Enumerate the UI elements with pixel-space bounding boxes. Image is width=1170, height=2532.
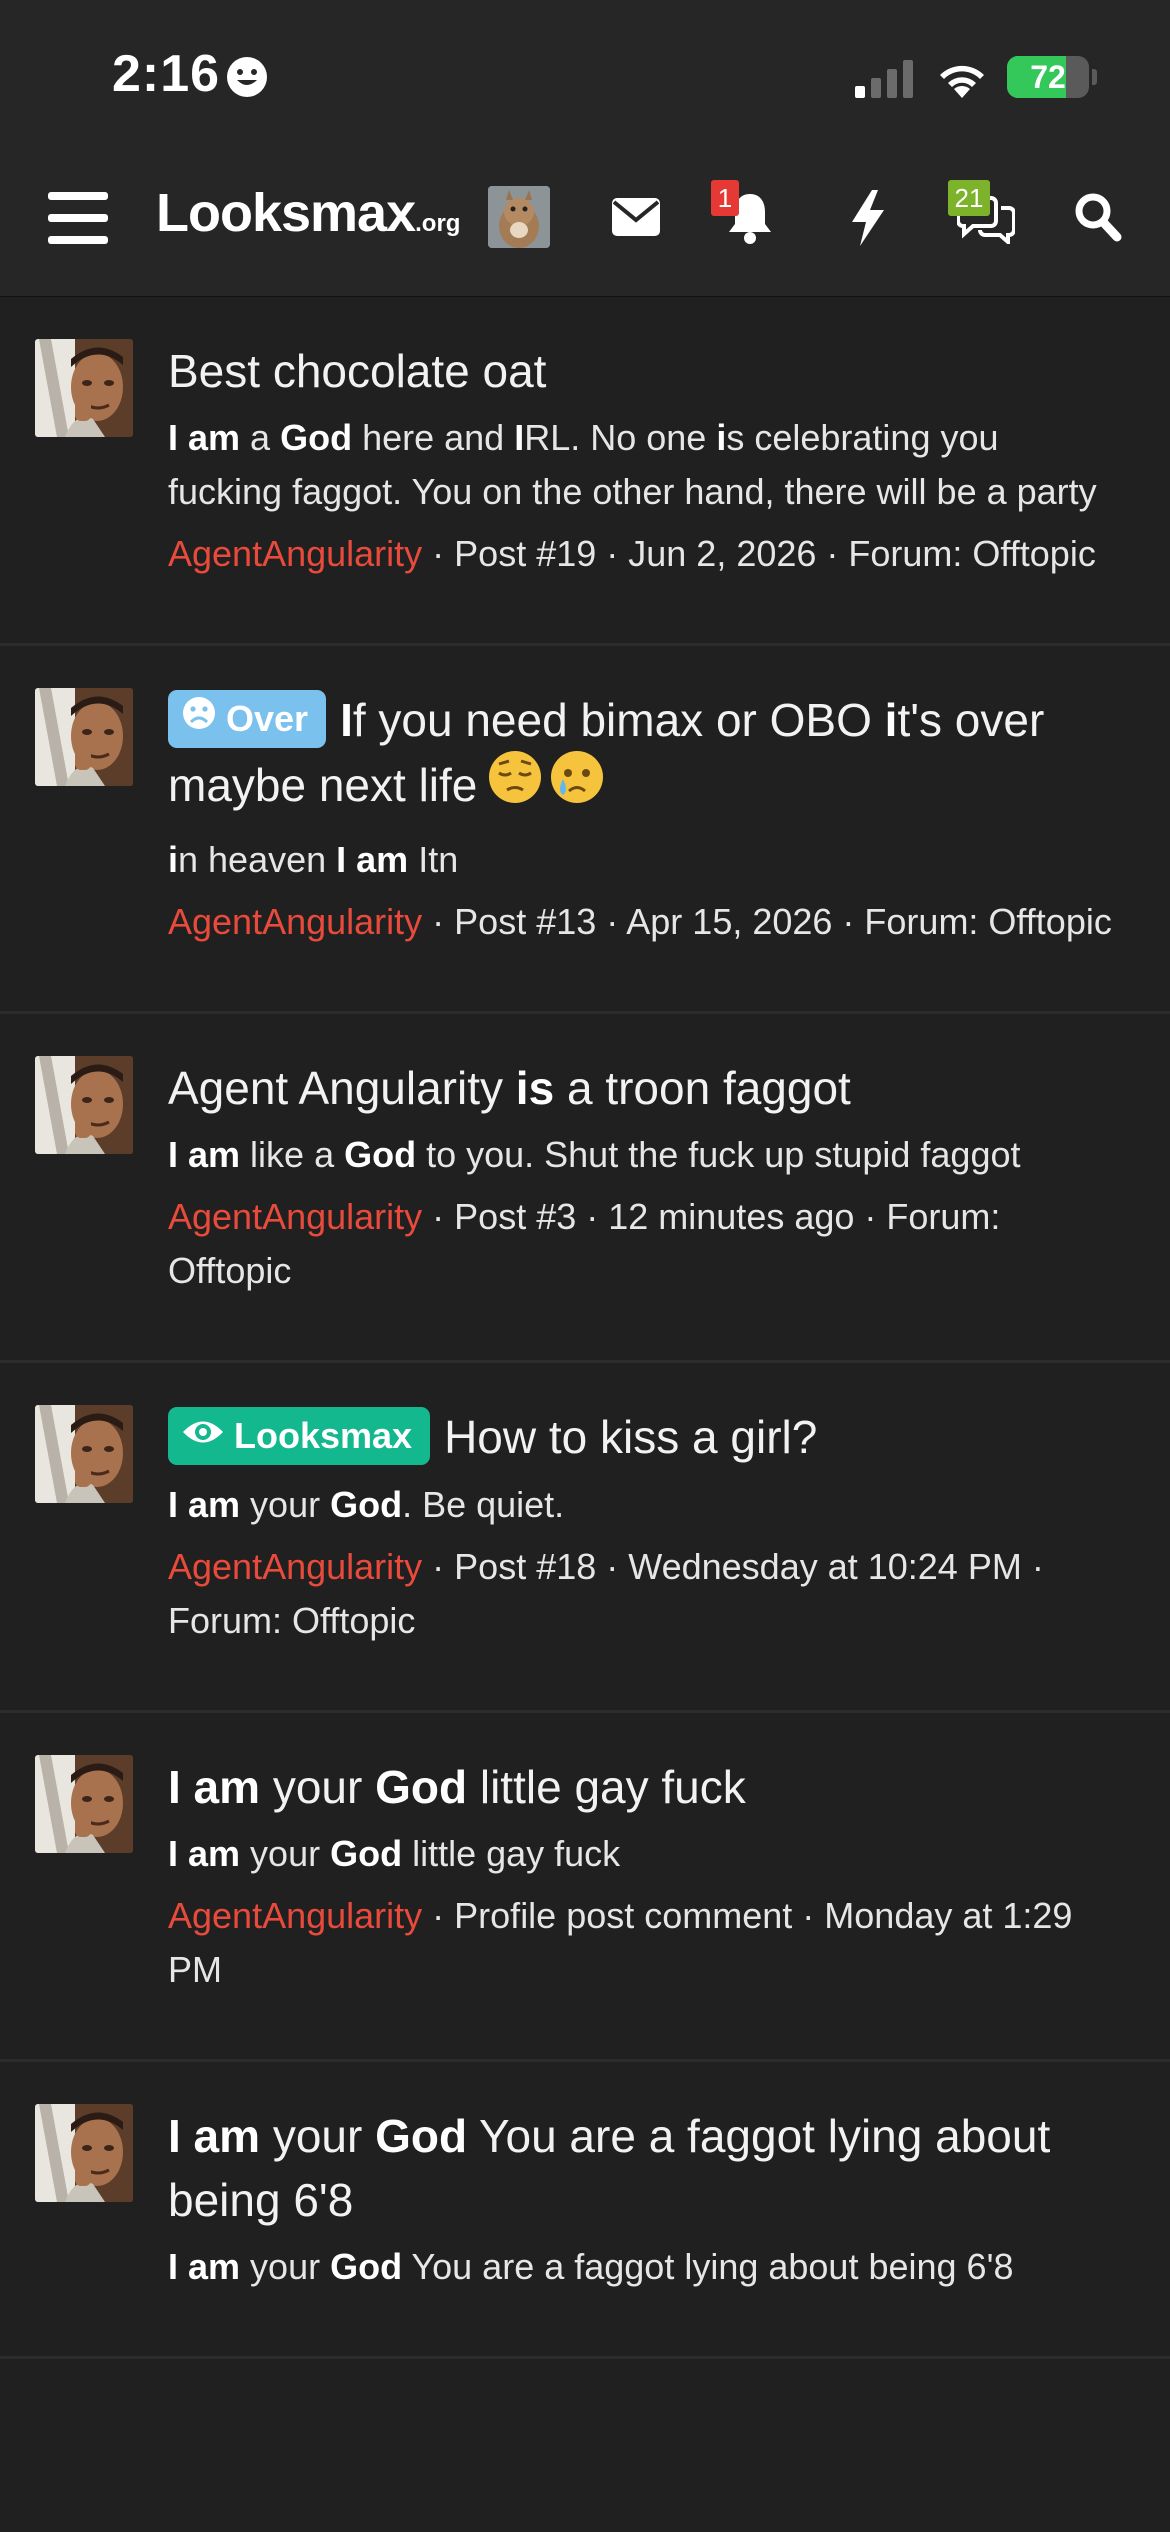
result-meta: AgentAngularity · Post #3 · 12 minutes a… [168,1190,1120,1298]
post-meta-text: · Post #19 · Jun 2, 2026 · Forum: Offtop… [422,533,1096,574]
cellular-signal-icon [855,60,913,98]
search-result-item[interactable]: Looksmax How to kiss a girl? I am your God… [0,1363,1170,1713]
author-avatar[interactable] [35,688,133,786]
result-snippet: I am your God little gay fuck [168,1832,621,1874]
author-avatar[interactable] [35,339,133,437]
result-meta: AgentAngularity · Profile post comment ·… [168,1889,1120,1997]
smiley-icon [227,57,267,97]
result-title[interactable]: Best chocolate oat [168,339,1120,403]
post-meta-text: · Post #13 · Apr 15, 2026 · Forum: Offto… [422,900,1112,942]
result-snippet: I am your God. Be quiet. [168,1483,565,1525]
conversation-count-badge: 21 [948,180,990,216]
author-link[interactable]: AgentAngularity [168,1196,422,1237]
pensive-face-emoji-icon [489,750,542,803]
author-avatar[interactable] [35,1055,133,1154]
status-bar: 2:16 72 [0,0,1170,150]
clock-time: 2:16 [112,45,221,103]
result-title-text: Best chocolate oat [168,345,547,397]
author-avatar[interactable] [35,2103,133,2202]
logo-text: Looksmax [156,183,416,243]
battery-percent: 72 [1030,59,1066,95]
notification-count-badge: 1 [711,180,739,216]
result-meta: AgentAngularity · Post #19 · Jun 2, 2026… [168,527,1120,581]
search-result-item[interactable]: Over If you need bimax or OBO it's over m… [0,646,1170,1014]
author-avatar-image [35,1754,133,1853]
result-title[interactable]: Looksmax How to kiss a girl? [168,1405,1120,1470]
thread-prefix-text: Looksmax [234,1414,413,1456]
thread-prefix-text: Over [226,697,309,739]
result-snippet: in heaven I am Itn [168,838,459,880]
search-result-item[interactable]: I am your God little gay fuck I am your G… [0,1713,1170,2062]
site-logo[interactable]: Looksmax.org [156,182,460,244]
result-title[interactable]: Over If you need bimax or OBO it's over m… [168,688,1120,825]
emoji-group [487,749,605,821]
result-meta: AgentAngularity · Post #13 · Apr 15, 202… [168,895,1120,949]
result-title[interactable]: Agent Angularity is a troon faggot [168,1056,1120,1120]
lightning-icon[interactable] [850,190,886,246]
search-icon[interactable] [1074,192,1122,242]
search-result-item[interactable]: Best chocolate oat I am a God here and IR… [0,297,1170,646]
result-title[interactable]: I am your God little gay fuck [168,1755,1120,1819]
hamburger-menu-icon[interactable] [48,192,108,244]
author-avatar-image [35,1404,133,1503]
logo-suffix: .org [415,210,461,237]
result-title-text: How to kiss a girl? [444,1410,818,1463]
search-result-item[interactable]: I am your God You are a faggot lying abo… [0,2062,1170,2359]
result-snippet: I am like a God to you. Shut the fuck up… [168,1133,1021,1175]
author-avatar-image [35,339,133,437]
search-results-list: Best chocolate oat I am a God here and IR… [0,297,1170,2359]
result-snippet: I am your God You are a faggot lying abo… [168,2245,1014,2287]
mail-icon[interactable] [612,198,660,236]
result-title-text: Agent Angularity is a troon faggot [168,1061,851,1114]
sad-face-icon [183,697,215,730]
author-avatar-image [35,688,133,786]
squirrel-avatar-image [488,186,550,248]
author-link[interactable]: AgentAngularity [168,1895,422,1936]
result-snippet: I am a God here and IRL. No one is celeb… [168,417,1097,512]
crying-face-emoji-icon [551,750,604,803]
author-avatar[interactable] [35,1404,133,1503]
author-link[interactable]: AgentAngularity [168,901,422,942]
result-meta: AgentAngularity · Post #18 · Wednesday a… [168,1540,1120,1648]
battery-nub [1092,69,1097,85]
author-avatar-image [35,1055,133,1154]
author-link[interactable]: AgentAngularity [168,533,422,574]
battery-indicator: 72 [1007,56,1089,98]
site-navbar: Looksmax.org 1 21 [0,150,1170,297]
thread-prefix-label[interactable]: Over [168,689,327,748]
user-avatar[interactable] [488,186,550,248]
thread-prefix-label[interactable]: Looksmax [168,1406,431,1465]
eye-icon [183,1421,223,1443]
result-title[interactable]: I am your God You are a faggot lying abo… [168,2104,1120,2232]
author-avatar[interactable] [35,1754,133,1853]
search-result-item[interactable]: Agent Angularity is a troon faggot I am l… [0,1014,1170,1363]
result-title-text: I am your God little gay fuck [168,1760,746,1813]
wifi-icon [940,65,984,98]
author-avatar-image [35,2103,133,2202]
result-title-text: I am your God You are a faggot lying abo… [168,2109,1051,2226]
author-link[interactable]: AgentAngularity [168,1546,422,1587]
